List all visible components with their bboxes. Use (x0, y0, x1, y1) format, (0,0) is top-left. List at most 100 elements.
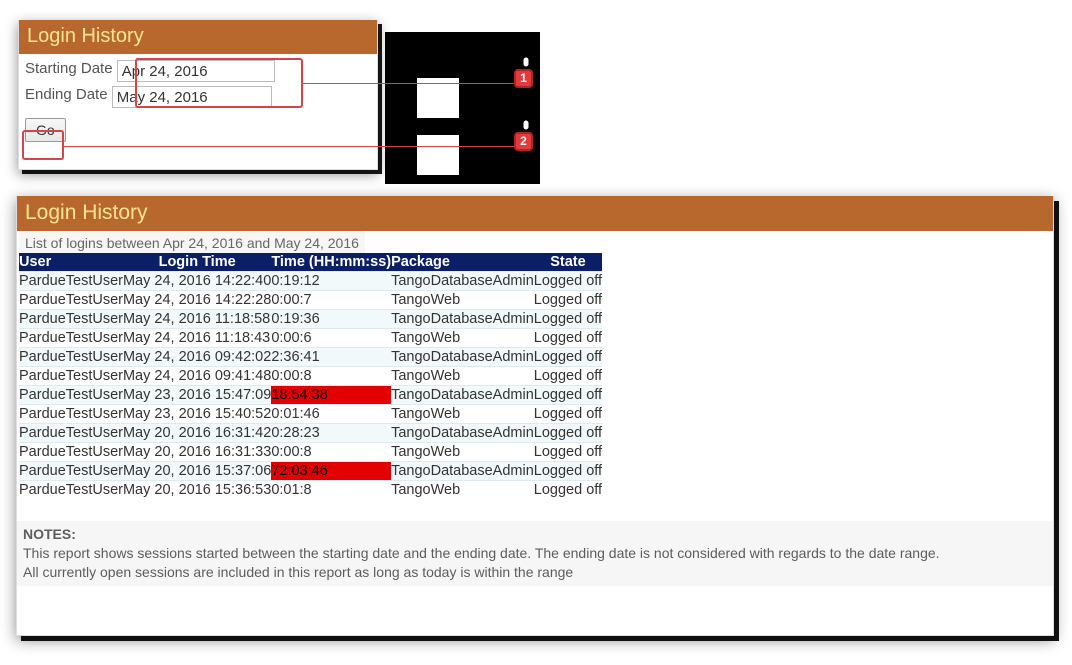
cell-state: Logged off (534, 272, 602, 291)
notes-section: NOTES: This report shows sessions starte… (17, 521, 1053, 586)
dark-backdrop (385, 32, 540, 184)
white-square (417, 78, 459, 118)
cell-login-time: May 23, 2016 15:47:09 (123, 386, 271, 405)
cell-duration: 0:01:8 (271, 481, 391, 500)
col-user: User (19, 253, 123, 272)
cell-login-time: May 24, 2016 09:42:02 (123, 348, 271, 367)
cell-duration: 0:19:12 (271, 272, 391, 291)
cell-package: TangoWeb (391, 481, 534, 500)
login-history-filter-panel: Login History Starting Date Ending Date … (18, 20, 378, 170)
cell-package: TangoWeb (391, 329, 534, 348)
cell-login-time: May 24, 2016 14:22:40 (123, 272, 271, 291)
cell-package: TangoDatabaseAdmin (391, 424, 534, 443)
cell-duration: 0:00:8 (271, 367, 391, 386)
cell-user: PardueTestUser (19, 329, 123, 348)
notes-line: All currently open sessions are included… (23, 563, 1047, 582)
go-button[interactable]: Go (25, 118, 66, 142)
cell-user: PardueTestUser (19, 386, 123, 405)
cell-login-time: May 24, 2016 11:18:43 (123, 329, 271, 348)
cell-duration: 0:01:46 (271, 405, 391, 424)
cell-duration: 18:54:38 (271, 386, 391, 405)
ending-date-label: Ending Date (25, 86, 108, 103)
table-row: PardueTestUserMay 24, 2016 09:42:022:36:… (19, 348, 602, 367)
callout-2: 2 (514, 128, 534, 152)
cell-duration: 72:03:46 (271, 462, 391, 481)
cell-duration: 0:00:8 (271, 443, 391, 462)
cell-user: PardueTestUser (19, 443, 123, 462)
cell-login-time: May 23, 2016 15:40:52 (123, 405, 271, 424)
cell-login-time: May 20, 2016 15:36:53 (123, 481, 271, 500)
cell-login-time: May 20, 2016 16:31:33 (123, 443, 271, 462)
cell-duration: 0:00:7 (271, 291, 391, 310)
mouse-icon (516, 57, 530, 67)
cell-state: Logged off (534, 367, 602, 386)
panel-title: Login History (19, 20, 377, 54)
cell-user: PardueTestUser (19, 405, 123, 424)
login-history-results-panel: Login History List of logins between Apr… (16, 196, 1054, 636)
cell-state: Logged off (534, 329, 602, 348)
cell-package: TangoDatabaseAdmin (391, 272, 534, 291)
col-state: State (534, 253, 602, 272)
cell-login-time: May 20, 2016 16:31:42 (123, 424, 271, 443)
cell-package: TangoDatabaseAdmin (391, 310, 534, 329)
table-row: PardueTestUserMay 20, 2016 15:36:530:01:… (19, 481, 602, 500)
notes-header: NOTES: (23, 525, 1047, 544)
cell-state: Logged off (534, 405, 602, 424)
cell-login-time: May 20, 2016 15:37:06 (123, 462, 271, 481)
cell-package: TangoWeb (391, 443, 534, 462)
cell-package: TangoWeb (391, 291, 534, 310)
cell-login-time: May 24, 2016 09:41:48 (123, 367, 271, 386)
cell-user: PardueTestUser (19, 291, 123, 310)
col-login-time: Login Time (123, 253, 271, 272)
table-row: PardueTestUserMay 23, 2016 15:40:520:01:… (19, 405, 602, 424)
starting-date-input[interactable] (117, 60, 275, 82)
cell-state: Logged off (534, 462, 602, 481)
table-row: PardueTestUserMay 24, 2016 14:22:400:19:… (19, 272, 602, 291)
cell-user: PardueTestUser (19, 272, 123, 291)
cell-duration: 0:28:23 (271, 424, 391, 443)
cell-duration: 2:36:41 (271, 348, 391, 367)
table-row: PardueTestUserMay 24, 2016 11:18:580:19:… (19, 310, 602, 329)
cell-user: PardueTestUser (19, 462, 123, 481)
cell-state: Logged off (534, 481, 602, 500)
cell-user: PardueTestUser (19, 424, 123, 443)
cell-user: PardueTestUser (19, 348, 123, 367)
cell-state: Logged off (534, 310, 602, 329)
cell-user: PardueTestUser (19, 481, 123, 500)
table-row: PardueTestUserMay 24, 2016 09:41:480:00:… (19, 367, 602, 386)
cell-login-time: May 24, 2016 11:18:58 (123, 310, 271, 329)
cell-duration: 0:19:36 (271, 310, 391, 329)
table-row: PardueTestUserMay 23, 2016 15:47:0918:54… (19, 386, 602, 405)
table-row: PardueTestUserMay 24, 2016 11:18:430:00:… (19, 329, 602, 348)
white-square (417, 135, 459, 175)
callout-number: 2 (514, 132, 533, 151)
cell-package: TangoWeb (391, 405, 534, 424)
callout-number: 1 (514, 69, 533, 88)
panel-title: Login History (17, 196, 1053, 231)
cell-package: TangoDatabaseAdmin (391, 462, 534, 481)
starting-date-label: Starting Date (25, 60, 113, 77)
cell-state: Logged off (534, 291, 602, 310)
ending-date-input[interactable] (112, 86, 272, 108)
cell-user: PardueTestUser (19, 310, 123, 329)
login-history-table: User Login Time Time (HH:mm:ss) Package … (19, 253, 602, 499)
cell-package: TangoDatabaseAdmin (391, 386, 534, 405)
table-row: PardueTestUserMay 20, 2016 16:31:420:28:… (19, 424, 602, 443)
callout-1: 1 (514, 65, 534, 89)
cell-login-time: May 24, 2016 14:22:28 (123, 291, 271, 310)
table-row: PardueTestUserMay 20, 2016 15:37:0672:03… (19, 462, 602, 481)
cell-state: Logged off (534, 424, 602, 443)
table-row: PardueTestUserMay 24, 2016 14:22:280:00:… (19, 291, 602, 310)
cell-duration: 0:00:6 (271, 329, 391, 348)
col-package: Package (391, 253, 534, 272)
col-duration: Time (HH:mm:ss) (271, 253, 391, 272)
table-row: PardueTestUserMay 20, 2016 16:31:330:00:… (19, 443, 602, 462)
notes-line: This report shows sessions started betwe… (23, 544, 1047, 563)
mouse-icon (516, 120, 530, 130)
cell-state: Logged off (534, 443, 602, 462)
cell-package: TangoWeb (391, 367, 534, 386)
cell-user: PardueTestUser (19, 367, 123, 386)
cell-state: Logged off (534, 386, 602, 405)
results-subtitle: List of logins between Apr 24, 2016 and … (19, 231, 365, 253)
cell-package: TangoDatabaseAdmin (391, 348, 534, 367)
